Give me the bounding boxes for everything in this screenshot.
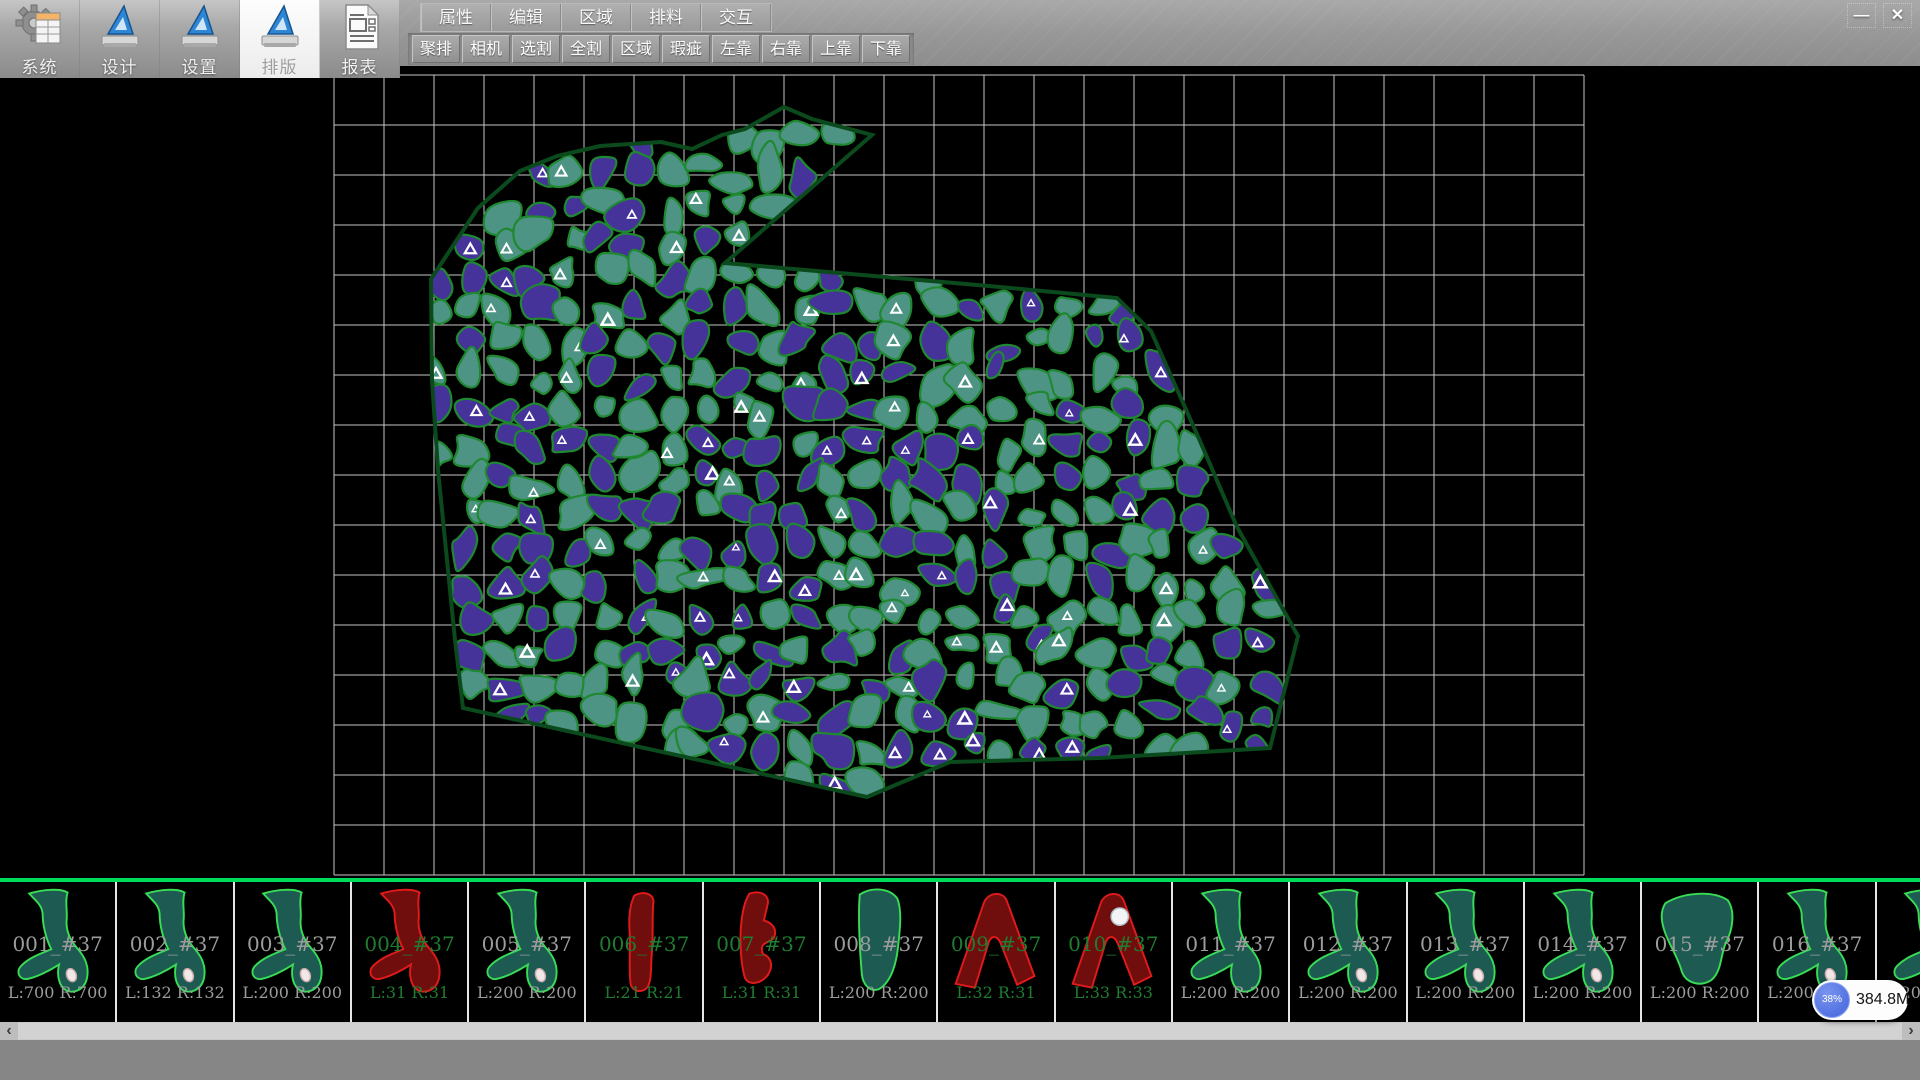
piece-thumbnail-9[interactable]: 009_#37 L:32 R:31 [938,882,1055,1022]
piece-lr-count-label: L:200 R:200 [1290,983,1405,1002]
piece-lr-count-label: L:700 R:700 [0,983,115,1002]
piece-id-label: 011_#37 [1173,932,1288,956]
piece-thumbnail-15[interactable]: 015_#37 L:200 R:200 [1642,882,1759,1022]
piece-lr-count-label: L:31 R:31 [704,983,819,1002]
action-button-1[interactable]: 聚排 [412,35,460,63]
scroll-left-arrow-icon[interactable]: ‹ [0,1022,18,1040]
piece-id-label: 012_#37 [1290,932,1405,956]
window-controls: — ✕ [1847,3,1912,28]
piece-thumbnail-strip: 001_#37L:700 R:700002_#37L:132 R:132003_… [0,878,1920,1022]
action-toolbar: 聚排相机选割全割区域瑕疵左靠右靠上靠下靠 [408,33,914,65]
piece-lr-count-label: L:200 R:200 [821,983,936,1002]
piece-lr-count-label: L:132 R:132 [117,983,232,1002]
nesting-canvas[interactable] [0,66,1920,878]
piece-lr-count-label: L:200 R:200 [469,983,584,1002]
piece-id-label: 015_#37 [1642,932,1757,956]
piece-lr-count-label: L:200 R:200 [1642,983,1757,1002]
action-button-2[interactable]: 相机 [462,35,510,63]
progress-percent-badge: 38% [1814,982,1850,1018]
scroll-right-arrow-icon[interactable]: › [1902,1022,1920,1040]
piece-id-label: 001_#37 [0,932,115,956]
memory-status-badge[interactable]: 38% 384.8M [1812,980,1908,1020]
piece-thumbnail-14[interactable]: 014_#37 L:200 R:200 [1525,882,1642,1022]
piece-lr-count-label: L:32 R:31 [938,983,1053,1002]
scrollbar-thumb[interactable] [18,1023,1902,1039]
app-toolbar: 系统 设计 设置 排版 报表 [0,0,400,78]
piece-id-label: 016_#37 [1759,932,1874,956]
menu-bar: 属性编辑区域排料交互 聚排相机选割全割区域瑕疵左靠右靠上靠下靠 — ✕ [400,0,1920,66]
report-document-icon [334,3,386,51]
menu-tab-3[interactable]: 区域 [561,4,631,31]
piece-thumbnail-13[interactable]: 013_#37 L:200 R:200 [1408,882,1525,1022]
menu-tabs: 属性编辑区域排料交互 [420,3,772,32]
piece-lr-count-label: L:31 R:31 [352,983,467,1002]
piece-lr-count-label: L:200 R:200 [235,983,350,1002]
piece-lr-count-label: L:200 R:200 [1525,983,1640,1002]
menu-tab-1[interactable]: 属性 [421,4,491,31]
action-button-7[interactable]: 左靠 [712,35,760,63]
piece-thumbnail-2[interactable]: 002_#37 L:132 R:132 [117,882,234,1022]
piece-id-label: 013_#37 [1408,932,1523,956]
memory-value: 384.8M [1856,980,1909,1020]
menu-tab-4[interactable]: 排料 [631,4,701,31]
minimize-button[interactable]: — [1847,3,1876,28]
set-square-icon [174,3,226,51]
piece-thumbnail-6[interactable]: 006_#37 L:21 R:21 [586,882,703,1022]
piece-thumbnail-5[interactable]: 005_#37 L:200 R:200 [469,882,586,1022]
piece-id-label: 007_#37 [704,932,819,956]
menu-tab-5[interactable]: 交互 [701,4,771,31]
piece-thumbnail-8[interactable]: 008_#37 L:200 R:200 [821,882,938,1022]
piece-thumbnail-11[interactable]: 011_#37 L:200 R:200 [1173,882,1290,1022]
piece-id-label: 005_#37 [469,932,584,956]
app-toolbar-button-4[interactable]: 排版 [240,0,320,78]
app-toolbar-label: 排版 [262,53,298,78]
piece-id-label: 002_#37 [117,932,232,956]
app-toolbar-label: 系统 [22,53,58,78]
action-button-6[interactable]: 瑕疵 [662,35,710,63]
piece-thumbnail-4[interactable]: 004_#37 L:31 R:31 [352,882,469,1022]
piece-id-label: 006_#37 [586,932,701,956]
bottom-filler-bar [0,1040,1920,1080]
app-toolbar-label: 设置 [182,53,218,78]
app-toolbar-button-5[interactable]: 报表 [320,0,400,78]
piece-id-label: 004_#37 [352,932,467,956]
close-button[interactable]: ✕ [1883,3,1912,28]
piece-id-label: 014_#37 [1525,932,1640,956]
action-button-8[interactable]: 右靠 [762,35,810,63]
action-button-10[interactable]: 下靠 [862,35,910,63]
piece-thumbnail-7[interactable]: 007_#37 L:31 R:31 [704,882,821,1022]
horizontal-scrollbar[interactable]: ‹ › [0,1022,1920,1040]
piece-lr-count-label: L:200 R:200 [1408,983,1523,1002]
app-toolbar-label: 报表 [342,53,378,78]
piece-thumbnail-10[interactable]: 010_#37 L:33 R:33 [1056,882,1173,1022]
set-square-icon [254,3,306,51]
app-toolbar-button-3[interactable]: 设置 [160,0,240,78]
app-toolbar-button-2[interactable]: 设计 [80,0,160,78]
piece-lr-count-label: L:33 R:33 [1056,983,1171,1002]
action-button-9[interactable]: 上靠 [812,35,860,63]
action-button-3[interactable]: 选割 [512,35,560,63]
piece-id-label: 008_#37 [821,932,936,956]
piece-lr-count-label: L:200 R:200 [1173,983,1288,1002]
piece-lr-count-label: L:21 R:21 [586,983,701,1002]
piece-id-label: 009_#37 [938,932,1053,956]
set-square-icon [94,3,146,51]
piece-id-label: 003_#37 [235,932,350,956]
app-toolbar-button-1[interactable]: 系统 [0,0,80,78]
piece-thumbnail-1[interactable]: 001_#37 L:700 R:700 [0,882,117,1022]
system-gear-icon [14,3,66,51]
piece-thumbnail-12[interactable]: 012_#37 L:200 R:200 [1290,882,1407,1022]
piece-thumbnail-3[interactable]: 003_#37 L:200 R:200 [235,882,352,1022]
menu-tab-2[interactable]: 编辑 [491,4,561,31]
action-button-5[interactable]: 区域 [612,35,660,63]
action-button-4[interactable]: 全割 [562,35,610,63]
piece-id-label: 010_#37 [1056,932,1171,956]
app-toolbar-label: 设计 [102,53,138,78]
